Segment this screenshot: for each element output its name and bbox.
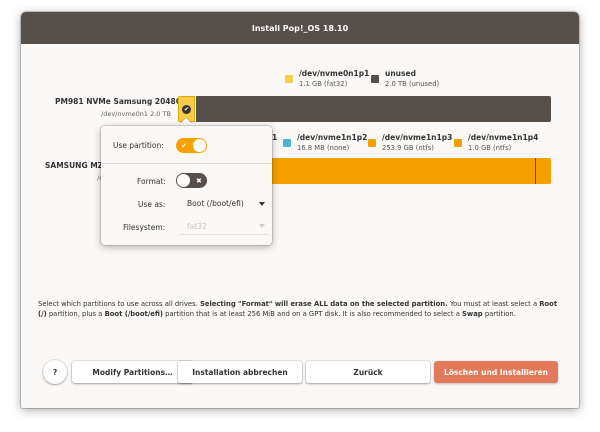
popover-divider <box>101 163 272 164</box>
cancel-installation-button[interactable]: Installation abbrechen <box>178 361 302 383</box>
format-label: Format: <box>137 177 166 186</box>
selected-check-icon: ✔ <box>182 104 191 114</box>
legend-swatch-unused <box>371 75 379 83</box>
legend-path: /dev/nvme1n1p3 <box>382 133 453 142</box>
legend-swatch-efi <box>285 75 293 83</box>
back-button[interactable]: Zurück <box>306 361 430 383</box>
format-switch[interactable]: ✖ <box>176 173 207 188</box>
chevron-down-icon <box>259 224 265 228</box>
use-as-value: Boot (/boot/efi) <box>187 199 244 208</box>
modify-partitions-button[interactable]: Modify Partitions… <box>72 361 193 383</box>
use-partition-label: Use partition: <box>113 141 164 150</box>
legend-item-p1: 1 <box>272 133 277 143</box>
legend-item-efi: /dev/nvme0n1p1 1.1 GB (fat32) <box>285 69 369 89</box>
legend-item-p2: /dev/nvme1n1p2 16.8 MB (none) <box>283 133 367 153</box>
partition-unused[interactable] <box>195 96 551 122</box>
legend-item-p3: /dev/nvme1n1p3 253.9 GB (ntfs) <box>368 133 452 153</box>
disk1-path: /dev/nvme0n1 2.0 TB <box>101 110 171 118</box>
check-icon: ✔ <box>181 141 187 150</box>
legend-path: /dev/nvme1n1p2 <box>297 133 368 142</box>
legend-info: 2.0 TB (unused) <box>385 80 440 88</box>
use-as-dropdown[interactable]: Boot (/boot/efi) <box>179 195 269 212</box>
erase-and-install-button[interactable]: Löschen und Installieren <box>434 361 558 383</box>
filesystem-value: fat32 <box>187 221 207 231</box>
use-as-label: Use as: <box>138 200 166 209</box>
legend-path: /dev/nvme0n1p1 <box>299 69 370 78</box>
legend-info: 1.0 GB (ntfs) <box>468 144 512 152</box>
legend-swatch-p3 <box>368 139 376 147</box>
filesystem-dropdown: fat32 <box>179 218 269 235</box>
cross-icon: ✖ <box>196 176 202 185</box>
partition-nvme1n1p4[interactable] <box>535 158 551 184</box>
title-bar: Install Pop!_OS 18.10 <box>21 12 579 44</box>
legend-path: 1 <box>272 133 278 142</box>
legend-item-unused: unused 2.0 TB (unused) <box>371 69 439 89</box>
legend-info: 16.8 MB (none) <box>297 144 350 152</box>
legend-info: 1.1 GB (fat32) <box>299 80 348 88</box>
disk1-name: PM981 NVMe Samsung 2048GB <box>55 97 188 106</box>
partition-popover: Use partition: ✔ Format: ✖ Use as: Boot … <box>101 126 272 245</box>
legend-path: /dev/nvme1n1p4 <box>468 133 539 142</box>
legend-item-p4: /dev/nvme1n1p4 1.0 GB (ntfs) <box>454 133 538 153</box>
legend-path: unused <box>385 69 416 78</box>
use-partition-switch[interactable]: ✔ <box>176 138 207 153</box>
switch-knob <box>177 174 190 187</box>
legend-swatch-p2 <box>283 139 291 147</box>
chevron-down-icon <box>259 201 265 206</box>
window-title: Install Pop!_OS 18.10 <box>251 23 349 33</box>
legend-swatch-p4 <box>454 139 462 147</box>
legend-info: 253.9 GB (ntfs) <box>382 144 434 152</box>
switch-knob <box>193 139 206 152</box>
disk1-partition-bar: ✔ <box>178 96 551 122</box>
filesystem-label: Filesystem: <box>123 223 166 232</box>
help-button[interactable]: ? <box>43 360 67 384</box>
instructions-text: Select which partitions to use across al… <box>38 300 558 318</box>
